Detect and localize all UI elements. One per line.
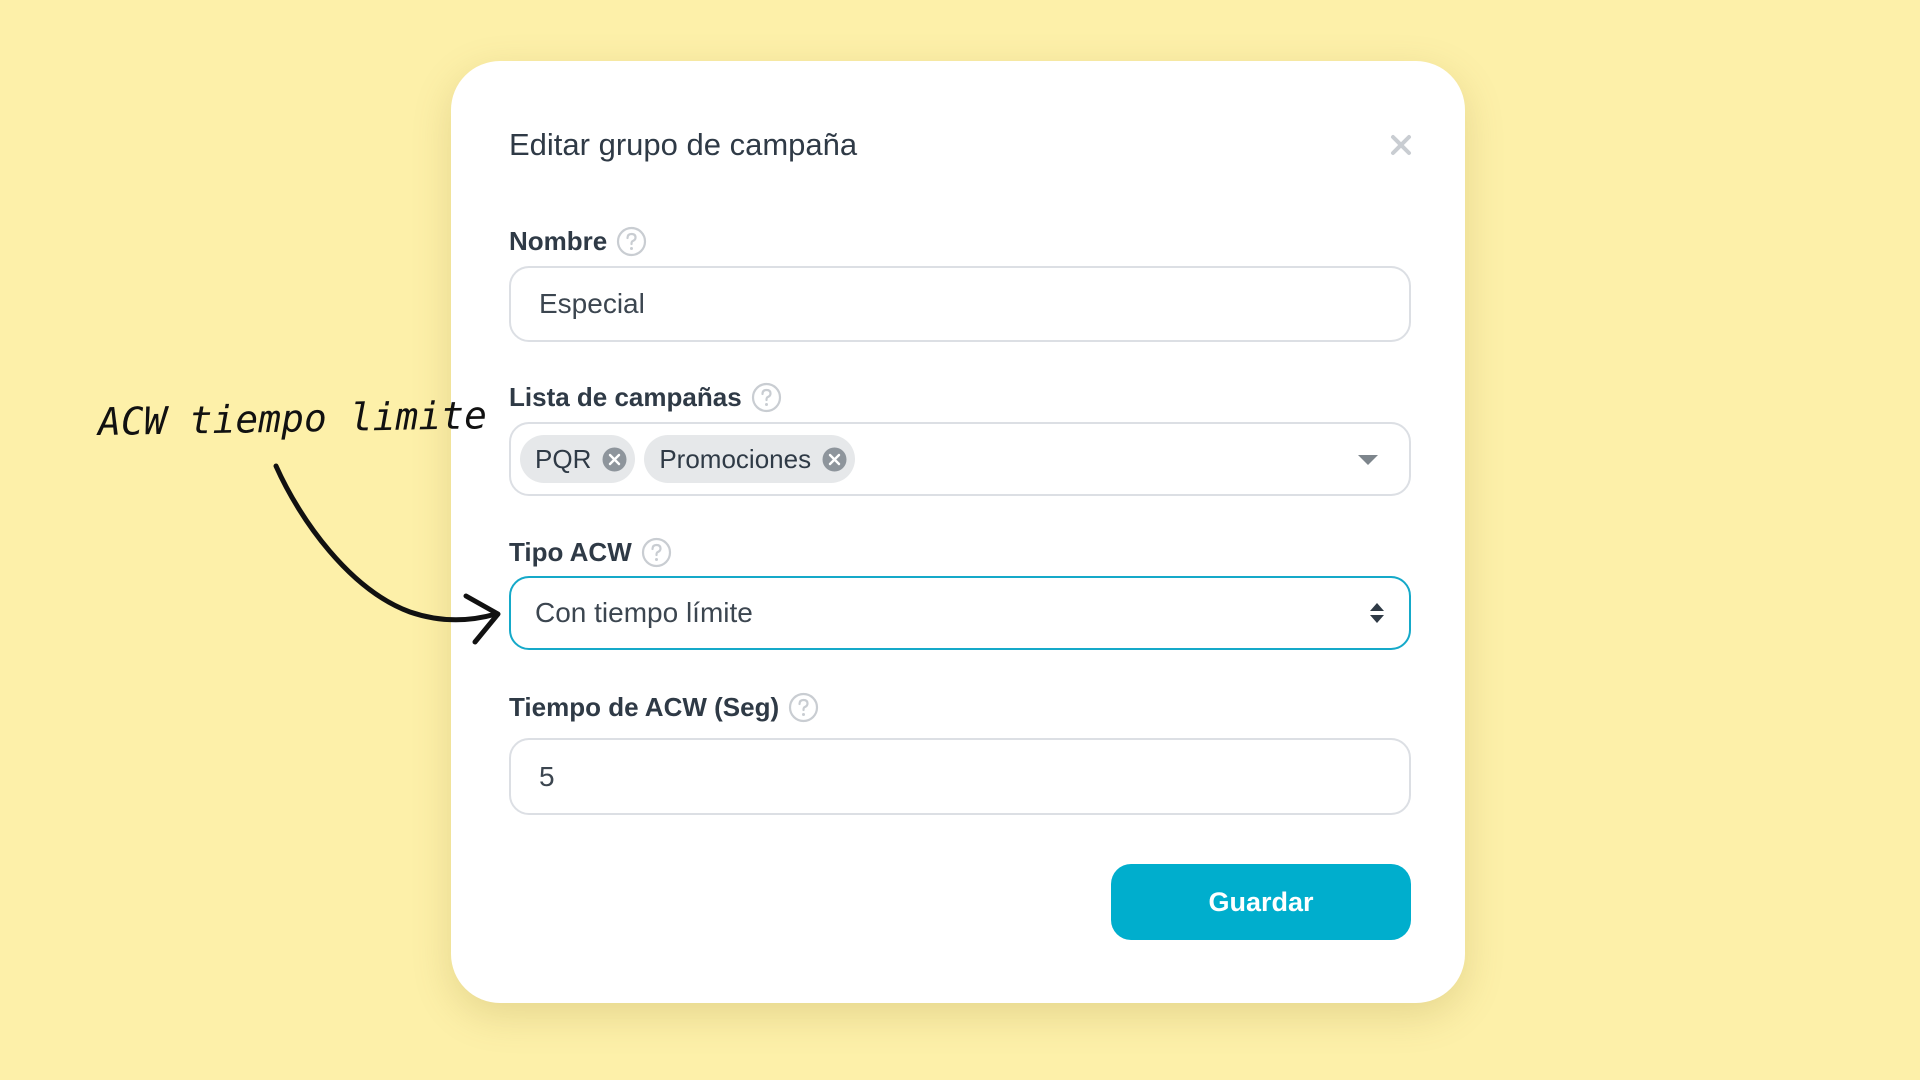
edit-campaign-group-modal: Editar grupo de campaña Nombre Especial … (451, 61, 1465, 1003)
nombre-input[interactable]: Especial (509, 266, 1411, 342)
tipo-acw-select[interactable]: Con tiempo límite (509, 576, 1411, 650)
tiempo-acw-input-value: 5 (539, 760, 555, 792)
close-icon[interactable] (1386, 130, 1416, 160)
tag-promociones: Promociones (644, 435, 856, 483)
remove-tag-icon[interactable] (602, 447, 627, 472)
question-circle-icon[interactable] (788, 692, 819, 723)
tipo-acw-label: Tipo ACW (509, 537, 632, 567)
tiempo-acw-label-row: Tiempo de ACW (Seg) (509, 692, 819, 723)
tipo-acw-select-value: Con tiempo límite (535, 597, 753, 628)
tiempo-acw-label: Tiempo de ACW (Seg) (509, 692, 780, 722)
annotation-arrow-icon (273, 463, 501, 645)
tag-label: PQR (535, 443, 592, 474)
lista-campanas-label: Lista de campañas (509, 382, 742, 412)
tag-pqr: PQR (520, 435, 636, 483)
question-circle-icon[interactable] (751, 382, 782, 413)
question-circle-icon[interactable] (616, 226, 647, 257)
selected-tags: PQR Promociones (511, 435, 864, 483)
tag-label: Promociones (659, 443, 812, 474)
caret-down-icon[interactable] (1357, 454, 1379, 466)
sort-arrows-icon (1370, 603, 1384, 623)
nombre-input-value: Especial (539, 288, 645, 319)
question-circle-icon[interactable] (641, 537, 672, 568)
lista-campanas-multiselect[interactable]: PQR Promociones (509, 422, 1411, 496)
nombre-label-row: Nombre (509, 226, 647, 257)
tiempo-acw-input[interactable]: 5 (509, 738, 1411, 815)
save-button[interactable]: Guardar (1111, 864, 1411, 940)
tipo-acw-label-row: Tipo ACW (509, 537, 672, 568)
lista-campanas-label-row: Lista de campañas (509, 382, 782, 413)
remove-tag-icon[interactable] (822, 447, 847, 472)
nombre-label: Nombre (509, 226, 608, 256)
annotation-label: ACW tiempo limite (97, 393, 488, 444)
modal-title: Editar grupo de campaña (509, 127, 858, 162)
